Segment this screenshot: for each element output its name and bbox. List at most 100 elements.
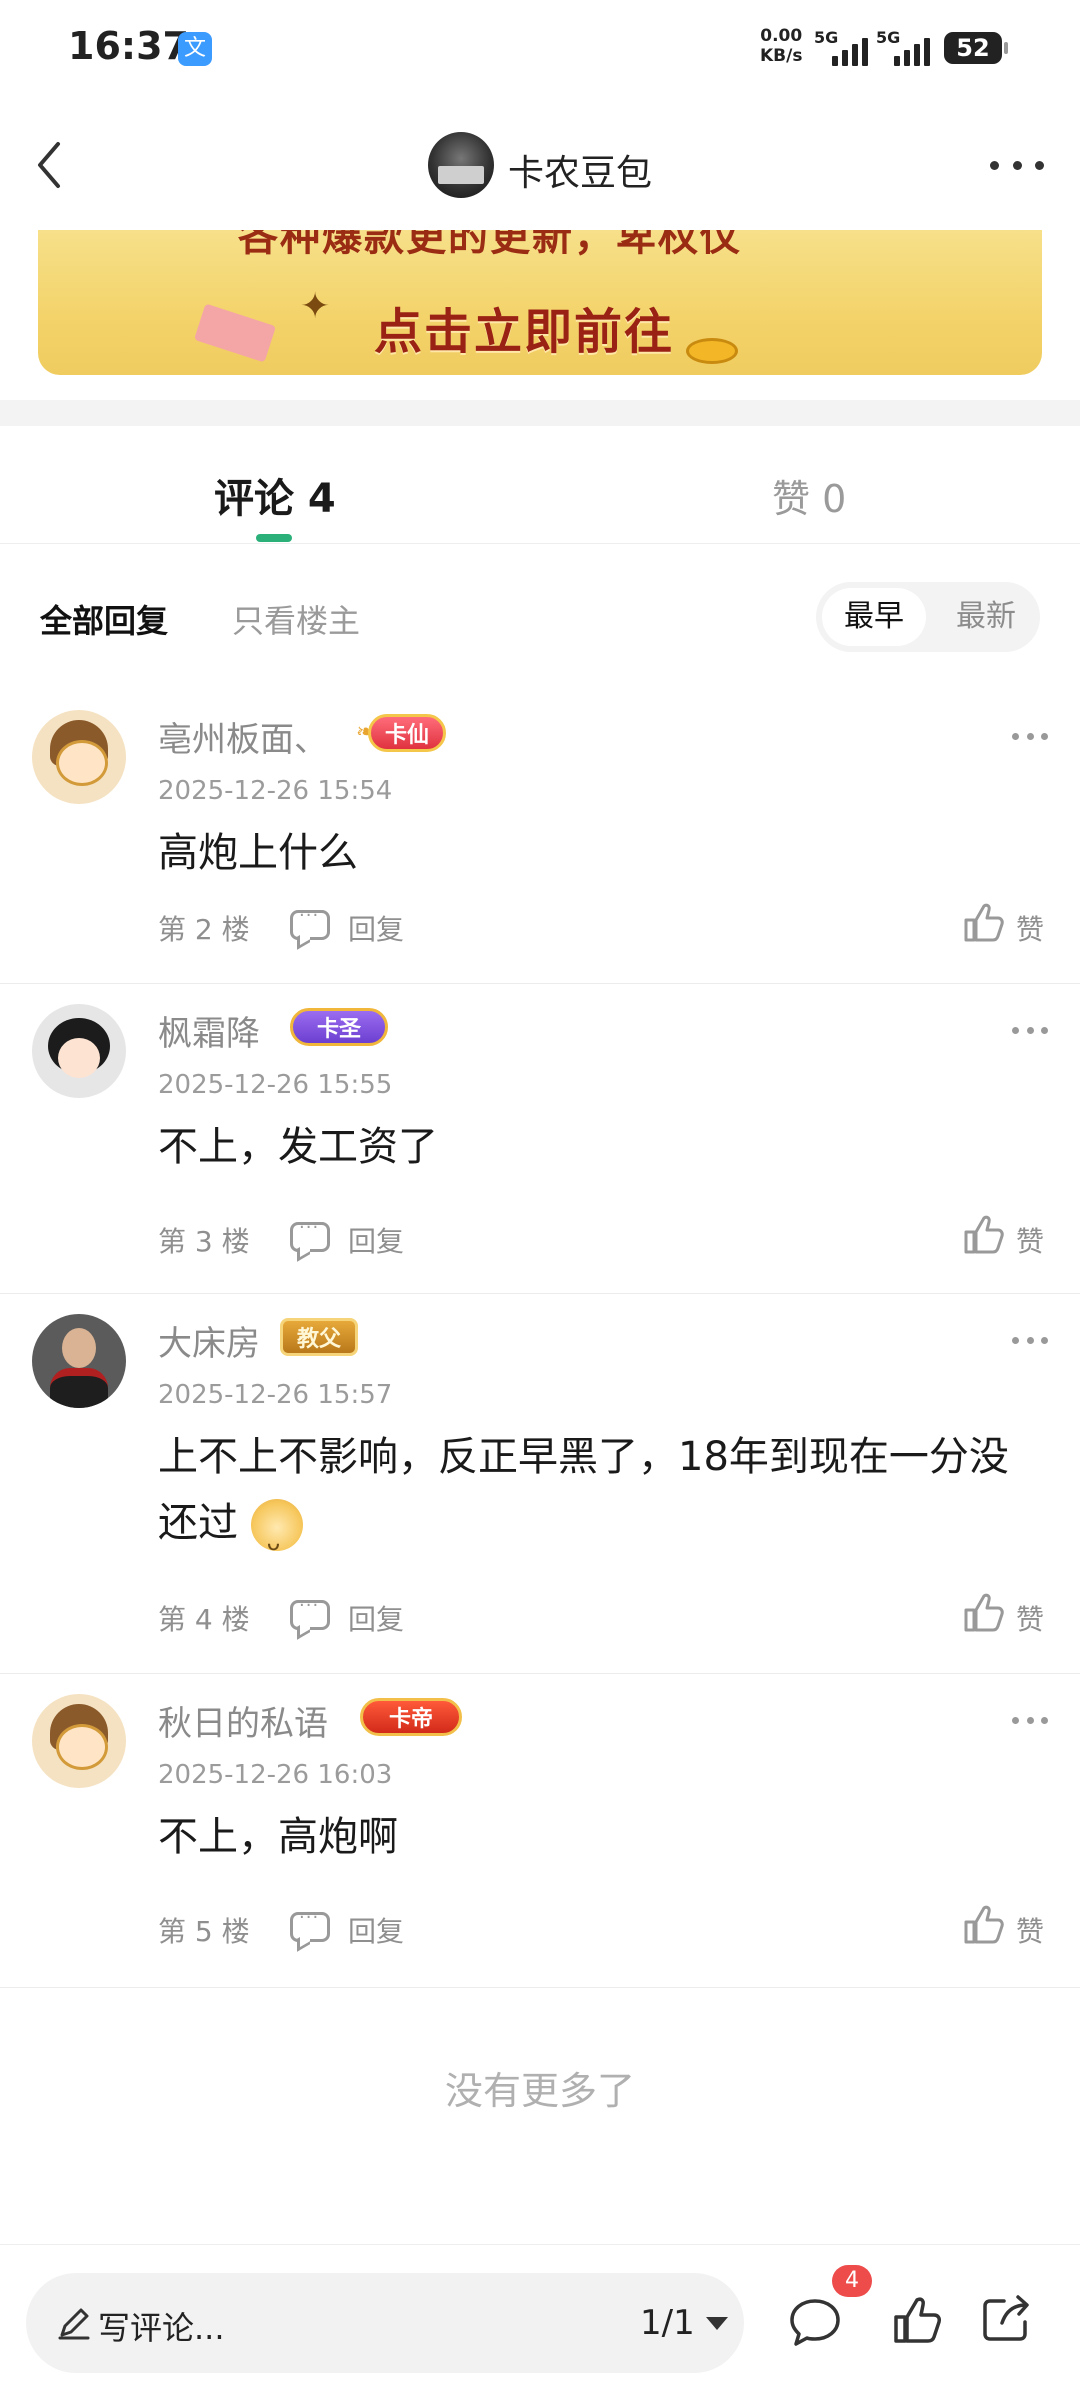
like-button[interactable]: 赞 (1016, 1598, 1044, 1638)
thumbs-up-icon[interactable] (962, 1590, 1006, 1634)
dot-icon (1041, 1026, 1048, 1034)
reply-icon[interactable] (290, 1907, 330, 1942)
end-of-list-note: 没有更多了 (444, 2069, 635, 2113)
sort-latest-button[interactable]: 最新 (936, 588, 1036, 646)
red-envelope-icon (193, 303, 277, 363)
signal-bars-icon (832, 36, 868, 66)
share-icon[interactable] (980, 2291, 1034, 2345)
comment-time: 2025-12-26 15:57 (158, 1380, 393, 1410)
reply-icon[interactable] (290, 1217, 330, 1252)
user-avatar[interactable] (32, 710, 126, 804)
tab-comments[interactable]: 评论 4 (214, 466, 336, 524)
comment-text: 不上，发工资了 (158, 1124, 438, 1170)
caret-down-icon[interactable] (706, 2317, 728, 2330)
back-button[interactable] (18, 130, 88, 200)
comment-more-button[interactable] (1012, 1714, 1048, 1726)
floor-number: 第 5 楼 (158, 1915, 250, 1948)
comment-more-button[interactable] (1012, 1024, 1048, 1036)
dot-icon (1041, 732, 1048, 740)
comment-username[interactable]: 秋日的私语 (158, 1696, 328, 1745)
comment-composer[interactable]: 写评论... 1/1 (26, 2273, 744, 2373)
net-speed-value: 0.00 (760, 26, 803, 46)
floor-number: 第 3 楼 (158, 1225, 250, 1258)
dot-icon (1026, 1716, 1034, 1724)
reply-button[interactable]: 回复 (348, 1910, 404, 1950)
promo-banner[interactable]: 各种爆款更的更新，卑权仪 ✦ 点击立即前往 (38, 230, 1042, 375)
floor-number: 第 2 楼 (158, 913, 250, 946)
tab-bar: 评论 4 赞 0 (0, 426, 1080, 544)
dot-icon (990, 160, 999, 170)
group-avatar[interactable] (428, 132, 494, 198)
more-options-button[interactable] (990, 150, 1044, 180)
user-rank-badge: 卡帝 (360, 1698, 463, 1736)
comment-bubble-icon[interactable] (788, 2295, 842, 2349)
thumbs-up-icon[interactable] (890, 2293, 944, 2347)
reply-button[interactable]: 回复 (348, 1598, 404, 1638)
chevron-left-icon (38, 142, 60, 188)
dot-icon (1026, 1026, 1034, 1034)
dot-icon (1012, 160, 1022, 170)
page-indicator[interactable]: 1/1 (640, 2303, 695, 2343)
sort-earliest-button[interactable]: 最早 (822, 588, 926, 646)
status-time: 16:37 (68, 24, 189, 68)
banner-top-text: 各种爆款更的更新，卑权仪 (238, 230, 742, 260)
thumbs-up-icon[interactable] (962, 1902, 1006, 1946)
user-avatar[interactable] (32, 1004, 126, 1098)
filter-op-only[interactable]: 只看楼主 (232, 596, 360, 642)
sparkle-icon: ✦ (300, 286, 331, 327)
dog-emoji-icon (250, 1499, 303, 1577)
user-rank-badge: 教父 (280, 1318, 359, 1356)
comment-username[interactable]: 枫霜降 (158, 1006, 260, 1055)
status-bar: 16:37 文 0.00 KB/s 5G 5G 52 (0, 0, 1080, 100)
thumbs-up-icon[interactable] (962, 1212, 1006, 1256)
like-button[interactable]: 赞 (1016, 1910, 1044, 1950)
battery-indicator: 52 (944, 32, 1008, 64)
net-speed-unit: KB/s (760, 46, 803, 66)
comment-item: 亳州板面、 ❧ 卡仙 2025-12-26 15:54 高炮上什么 第 2 楼 … (0, 690, 1080, 984)
reply-button[interactable]: 回复 (348, 1220, 404, 1260)
page-title[interactable]: 卡农豆包 (508, 144, 652, 196)
comment-count-badge: 4 (832, 2265, 872, 2297)
comment-more-button[interactable] (1012, 1334, 1048, 1346)
sort-toggle: 最早 最新 (816, 582, 1040, 652)
coin-icon (686, 338, 738, 364)
filter-all-replies[interactable]: 全部回复 (40, 596, 168, 642)
user-avatar[interactable] (32, 1314, 126, 1408)
like-button[interactable]: 赞 (1016, 908, 1044, 948)
app-header: 卡农豆包 (0, 110, 1080, 220)
tab-active-indicator (256, 534, 292, 542)
section-divider (0, 400, 1080, 426)
banner-cta[interactable]: 点击立即前往 (374, 292, 674, 362)
dot-icon (1012, 1026, 1019, 1034)
dot-icon (1012, 732, 1019, 740)
translate-icon: 文 (178, 32, 212, 66)
comment-username[interactable]: 亳州板面、 (158, 712, 328, 761)
pencil-icon (58, 2308, 90, 2340)
comment-text: 上不上不影响，反正早黑了，18年到现在一分没还过 (158, 1424, 1038, 1577)
like-button[interactable]: 赞 (1016, 1220, 1044, 1260)
dot-icon (1012, 1716, 1019, 1724)
net-speed: 0.00 KB/s (760, 26, 802, 66)
dot-icon (1012, 1336, 1019, 1344)
thumbs-up-icon[interactable] (962, 900, 1006, 944)
comment-time: 2025-12-26 15:54 (158, 776, 393, 806)
reply-button[interactable]: 回复 (348, 908, 404, 948)
bottom-action-bar: 写评论... 1/1 4 (0, 2244, 1080, 2400)
user-rank-badge: 卡仙 (368, 714, 447, 752)
reply-icon[interactable] (290, 1595, 330, 1630)
comment-username[interactable]: 大床房 (158, 1316, 260, 1365)
tab-likes[interactable]: 赞 0 (772, 468, 846, 523)
user-rank-badge: 卡圣 (290, 1008, 389, 1046)
dot-icon (1041, 1716, 1048, 1724)
comment-more-button[interactable] (1012, 730, 1048, 742)
comment-text: 不上，高炮啊 (158, 1814, 398, 1860)
comment-item: 枫霜降 卡圣 2025-12-26 15:55 不上，发工资了 第 3 楼 回复… (0, 984, 1080, 1294)
user-avatar[interactable] (32, 1694, 126, 1788)
write-comment-placeholder[interactable]: 写评论... (98, 2303, 225, 2349)
dot-icon (1035, 160, 1044, 170)
dot-icon (1041, 1336, 1048, 1344)
comment-text: 高炮上什么 (158, 830, 358, 876)
dot-icon (1026, 1336, 1034, 1344)
reply-icon[interactable] (290, 905, 330, 940)
comment-time: 2025-12-26 15:55 (158, 1070, 393, 1100)
